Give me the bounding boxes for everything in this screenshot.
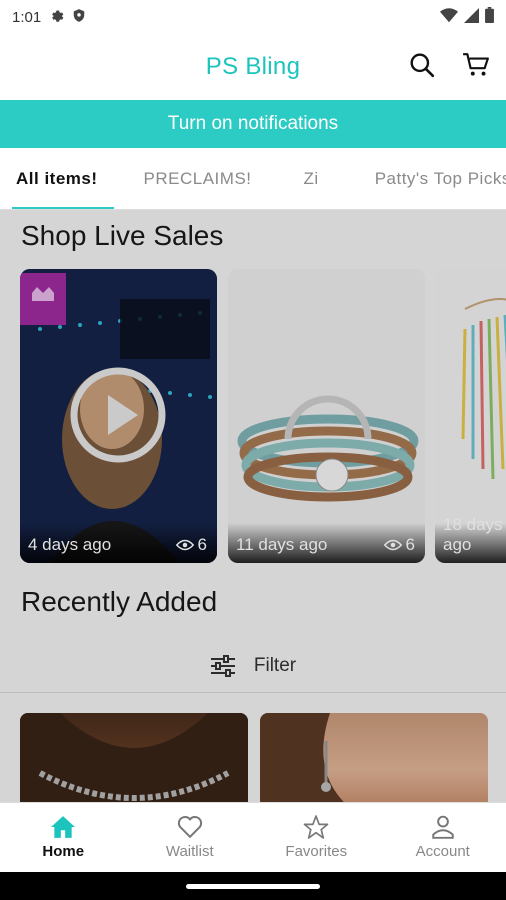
status-time: 1:01 xyxy=(12,8,42,26)
star-icon xyxy=(303,815,329,839)
tab-pattys-top-picks[interactable]: Patty's Top Picks xyxy=(355,148,506,209)
filter-button[interactable]: Filter xyxy=(0,640,506,692)
category-tabs: All items! PRECLAIMS! Zi Patty's Top Pic… xyxy=(0,148,506,210)
cart-button[interactable] xyxy=(460,48,492,82)
signal-icon xyxy=(464,7,479,27)
notifications-banner-button[interactable]: Turn on notifications xyxy=(0,100,506,148)
filter-label: Filter xyxy=(253,655,297,676)
views-value: 6 xyxy=(405,535,415,554)
nav-home[interactable]: Home xyxy=(0,803,127,872)
live-sale-meta: 11 days ago 6 xyxy=(228,523,425,563)
recently-added-title: Recently Added xyxy=(21,586,218,617)
nav-favorites-label: Favorites xyxy=(285,843,348,860)
home-gesture-handle[interactable] xyxy=(186,883,320,889)
status-bar: 1:01 xyxy=(0,0,506,34)
live-sale-card[interactable]: 4 days ago 6 xyxy=(20,269,217,563)
product-thumbnail xyxy=(260,713,344,802)
sliders-icon xyxy=(210,655,235,677)
notifications-label: Turn on notifications xyxy=(167,113,339,134)
product-card[interactable] xyxy=(20,713,248,802)
views-value: 6 xyxy=(197,535,207,554)
shop-live-sales-title: Shop Live Sales xyxy=(21,220,224,251)
tab-preclaims[interactable]: PRECLAIMS! xyxy=(114,148,268,209)
main-content: Shop Live Sales 4 days ago 6 11 days ago… xyxy=(0,210,506,802)
battery-icon xyxy=(485,7,494,27)
gear-icon xyxy=(49,8,64,27)
tab-label: PRECLAIMS! xyxy=(143,168,252,188)
nav-favorites[interactable]: Favorites xyxy=(253,803,380,872)
live-sale-card[interactable]: 18 days ago xyxy=(435,269,506,563)
live-sale-age: 4 days ago xyxy=(28,535,112,554)
heart-icon xyxy=(177,815,202,839)
nav-account-label: Account xyxy=(415,843,470,860)
shield-icon xyxy=(72,8,86,27)
home-icon xyxy=(51,816,76,838)
wifi-icon xyxy=(440,7,458,27)
gesture-bar xyxy=(0,872,506,900)
account-icon xyxy=(432,815,454,839)
live-sale-age: 11 days ago xyxy=(236,535,328,554)
search-button[interactable] xyxy=(406,48,438,82)
search-icon xyxy=(410,53,435,78)
nav-waitlist-label: Waitlist xyxy=(165,843,214,860)
play-icon[interactable] xyxy=(68,365,168,465)
eye-icon xyxy=(175,539,194,551)
app-title: PS Bling xyxy=(205,53,301,80)
bottom-nav: Home Waitlist Favorites Account xyxy=(0,802,506,872)
live-sale-age: 18 days ago xyxy=(443,515,503,554)
nav-home-label: Home xyxy=(42,843,85,860)
live-sale-meta: 4 days ago 6 xyxy=(20,523,217,563)
cart-icon xyxy=(463,53,489,76)
app-header: PS Bling xyxy=(0,34,506,100)
nav-account[interactable]: Account xyxy=(380,803,506,872)
live-sale-thumbnail xyxy=(228,269,425,563)
divider xyxy=(0,692,506,693)
tab-label: Zi xyxy=(303,168,319,188)
tab-label: Patty's Top Picks xyxy=(374,168,506,188)
eye-icon xyxy=(383,539,402,551)
product-card[interactable] xyxy=(260,713,488,802)
live-sale-card[interactable]: 11 days ago 6 xyxy=(228,269,425,563)
header-actions xyxy=(406,48,492,82)
product-thumbnail xyxy=(20,713,248,802)
tab-label: All items! xyxy=(16,168,98,188)
live-sales-carousel[interactable]: 4 days ago 6 11 days ago 6 18 days ago xyxy=(20,269,506,565)
tab-zi[interactable]: Zi xyxy=(268,148,355,209)
live-sale-meta: 18 days ago xyxy=(435,515,506,563)
tab-all-items[interactable]: All items! xyxy=(0,148,114,209)
views-count: 6 xyxy=(383,535,415,555)
views-count: 6 xyxy=(175,535,207,555)
nav-waitlist[interactable]: Waitlist xyxy=(127,803,254,872)
